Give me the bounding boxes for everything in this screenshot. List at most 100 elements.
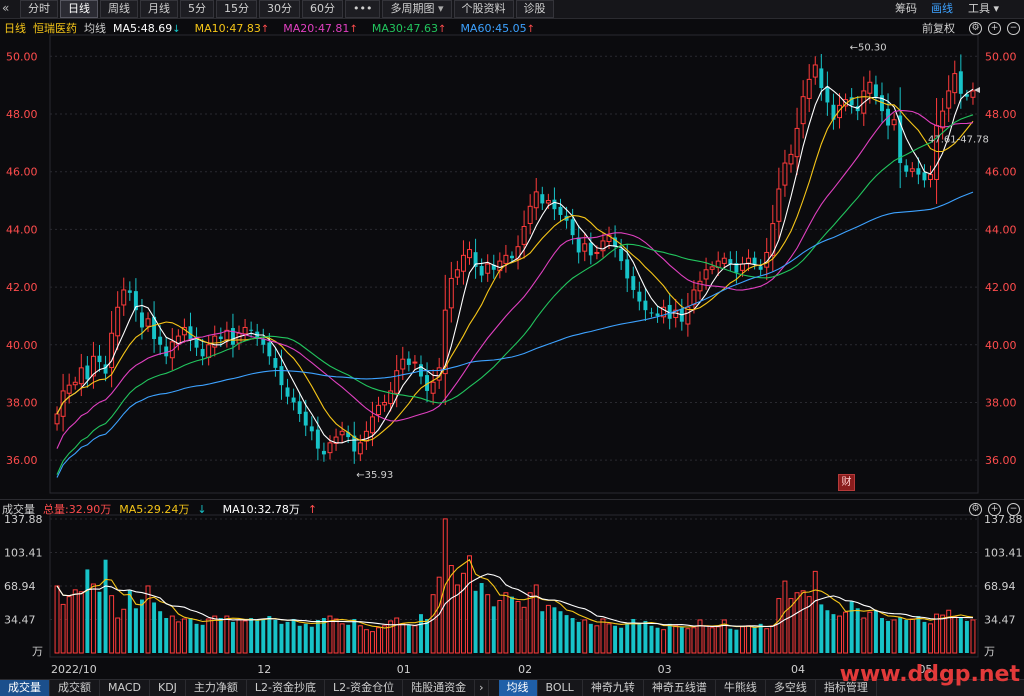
candle-body: [794, 127, 800, 158]
tools-button[interactable]: 工具 ▾: [968, 0, 999, 18]
volume-bar: [734, 629, 739, 653]
volume-bar: [898, 617, 903, 653]
collapse-icon[interactable]: «: [2, 1, 9, 15]
volume-bar: [552, 607, 557, 653]
candle-body: [709, 266, 715, 270]
indicator-tab-3[interactable]: KDJ: [150, 680, 186, 696]
candle-body: [552, 199, 557, 210]
candle-body: [643, 300, 648, 311]
volume-bar: [357, 625, 363, 654]
candle-body: [448, 277, 454, 309]
volume-ma5: MA5:29.24万 ↓: [119, 503, 207, 516]
period-tab-9[interactable]: 多周期图: [382, 0, 452, 18]
volume-bar: [394, 617, 400, 654]
volume-bar: [812, 570, 818, 654]
indicator-tab-1[interactable]: 成交额: [50, 680, 100, 696]
candle-body: [97, 355, 102, 363]
candle-body: [115, 306, 121, 337]
candle-body: [454, 269, 460, 278]
volume-bar: [970, 619, 976, 654]
price-tick-left: 40.00: [6, 339, 38, 352]
candle-body: [637, 291, 642, 302]
overlay-tab-0[interactable]: 均线: [498, 680, 538, 696]
volume-tick-left: 103.41: [4, 547, 43, 560]
candle-body: [297, 401, 302, 414]
candle-body: [721, 257, 727, 264]
indicator-tab-0[interactable]: 成交量: [0, 680, 50, 696]
overlay-tab-1[interactable]: BOLL: [538, 680, 583, 696]
volume-bar: [843, 611, 849, 654]
period-tab-6[interactable]: 30分: [259, 0, 300, 18]
x-tick-label: 04: [791, 663, 805, 676]
candle-body: [327, 442, 333, 454]
period-tab-1[interactable]: 日线: [60, 0, 98, 18]
volume-bar: [825, 610, 830, 653]
indicator-tab-6[interactable]: L2-资金仓位: [325, 680, 404, 696]
volume-bar: [273, 619, 278, 653]
indicator-tab-5[interactable]: L2-资金抄底: [247, 680, 326, 696]
volume-bar: [861, 617, 867, 654]
candle-body: [594, 251, 600, 254]
volume-tick-left: 68.94: [4, 580, 36, 593]
range-annotation: 47.61-47.78: [928, 135, 989, 146]
period-tab-3[interactable]: 月线: [140, 0, 178, 18]
volume-bar: [158, 611, 163, 653]
tabs-next-arrow[interactable]: ›: [475, 680, 489, 696]
volume-bar: [637, 623, 642, 653]
volume-bar: [819, 604, 824, 653]
volume-bar: [448, 565, 454, 654]
volume-bar: [175, 621, 181, 654]
period-tab-7[interactable]: 60分: [302, 0, 343, 18]
candle-body: [78, 367, 84, 385]
candle-body: [66, 384, 72, 394]
volume-settings-icon[interactable]: ⚙: [969, 502, 982, 516]
volume-bar: [758, 623, 763, 653]
volume-bar: [164, 618, 169, 653]
x-tick-label: 12: [257, 663, 271, 676]
period-tab-2[interactable]: 周线: [100, 0, 138, 18]
candle-body: [164, 346, 169, 357]
period-tab-4[interactable]: 5分: [180, 0, 214, 18]
chip-button[interactable]: 筹码: [895, 0, 917, 18]
volume-tick-right: 103.41: [984, 547, 1023, 560]
volume-bar: [800, 590, 806, 654]
candle-body: [952, 73, 958, 94]
volume-bar: [224, 615, 230, 654]
finance-badge[interactable]: 财: [838, 474, 855, 491]
volume-zoom-out-icon[interactable]: −: [1007, 502, 1020, 516]
overlay-tab-5[interactable]: 多空线: [766, 680, 816, 696]
candle-body: [891, 119, 897, 126]
ma20-line: [56, 109, 974, 449]
volume-bar: [728, 628, 733, 653]
volume-bar: [855, 608, 860, 653]
candle-body: [303, 411, 308, 426]
period-tab-5[interactable]: 15分: [216, 0, 257, 18]
volume-bar: [533, 584, 539, 654]
volume-zoom-in-icon[interactable]: +: [988, 502, 1001, 516]
draw-line-button[interactable]: 画线: [931, 0, 953, 18]
candle-body: [369, 416, 375, 434]
period-tab-10[interactable]: 个股资料: [453, 0, 514, 18]
period-tab-11[interactable]: 诊股: [515, 0, 554, 18]
candle-body: [54, 413, 60, 425]
candle-body: [788, 153, 794, 165]
indicator-tab-4[interactable]: 主力净额: [186, 680, 247, 696]
overlay-tab-2[interactable]: 神奇九转: [583, 680, 644, 696]
volume-ma5-line: [56, 558, 974, 629]
overlay-tab-3[interactable]: 神奇五线谱: [644, 680, 716, 696]
period-toolbar: « 分时日线周线月线5分15分30分60分•••多周期图个股资料诊股 筹码 画线…: [0, 0, 1024, 19]
overlay-tab-4[interactable]: 牛熊线: [716, 680, 766, 696]
indicator-tab-2[interactable]: MACD: [100, 680, 150, 696]
volume-bar: [200, 624, 205, 653]
volume-bar: [685, 628, 691, 654]
volume-bar: [121, 608, 127, 654]
indicator-tab-7[interactable]: 陆股通资金: [403, 680, 476, 696]
volume-bar: [540, 611, 545, 653]
candle-body: [812, 64, 818, 78]
price-volume-chart[interactable]: 50.00 50.00 48.00 48.00 46.00 46.00 44.00 44.00…: [0, 19, 1024, 679]
period-tab-0[interactable]: 分时: [20, 0, 58, 18]
volume-bar: [673, 625, 679, 654]
volume-bar: [909, 618, 915, 654]
price-tick-right: 48.00: [985, 108, 1017, 121]
period-tab-8[interactable]: •••: [345, 0, 381, 18]
